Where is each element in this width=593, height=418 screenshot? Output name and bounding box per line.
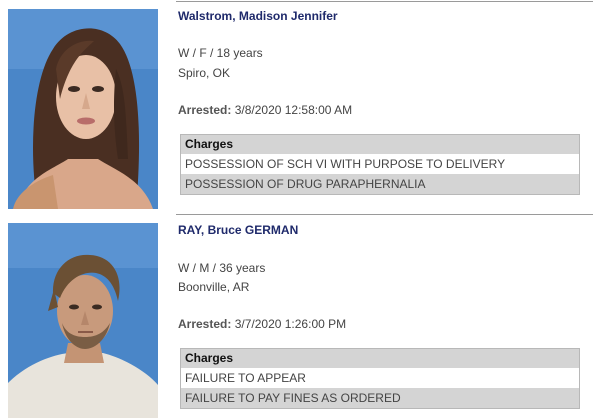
- arrested-label: Arrested:: [178, 103, 232, 117]
- charge-row: FAILURE TO APPEAR: [185, 371, 306, 385]
- demographics-text: W / F / 18 years: [178, 46, 263, 60]
- charges-header: Charges: [181, 349, 579, 368]
- arrested-label: Arrested:: [178, 317, 232, 331]
- charges-table: Charges FAILURE TO APPEAR FAILURE TO PAY…: [180, 348, 580, 409]
- location-text: Boonville, AR: [178, 280, 250, 294]
- arrested-date: 3/8/2020 12:58:00 AM: [234, 103, 353, 117]
- charge-row: FAILURE TO PAY FINES AS ORDERED: [181, 388, 579, 408]
- inmate-record: Walstrom, Madison Jennifer W / F / 18 ye…: [0, 0, 593, 212]
- arrested-line: Arrested: 3/7/2020 1:26:00 PM: [178, 317, 346, 331]
- demographics-text: W / M / 36 years: [178, 261, 266, 275]
- charges-header: Charges: [181, 135, 579, 154]
- location-text: Spiro, OK: [178, 66, 231, 80]
- charge-row: POSSESSION OF DRUG PARAPHERNALIA: [181, 174, 579, 194]
- record-divider: [176, 214, 593, 215]
- mugshot-photo[interactable]: [8, 223, 158, 418]
- charges-table: Charges POSSESSION OF SCH VI WITH PURPOS…: [180, 134, 580, 195]
- mugshot-photo[interactable]: [8, 9, 158, 209]
- portrait-image: [8, 223, 158, 418]
- record-divider: [176, 1, 593, 2]
- inmate-name[interactable]: RAY, Bruce GERMAN: [178, 223, 298, 237]
- charge-row: POSSESSION OF SCH VI WITH PURPOSE TO DEL…: [185, 157, 506, 171]
- portrait-image: [8, 9, 158, 209]
- inmate-record: RAY, Bruce GERMAN W / M / 36 years Boonv…: [0, 212, 593, 418]
- arrested-date: 3/7/2020 1:26:00 PM: [234, 317, 347, 331]
- arrested-line: Arrested: 3/8/2020 12:58:00 AM: [178, 103, 352, 117]
- inmate-name[interactable]: Walstrom, Madison Jennifer: [178, 9, 338, 23]
